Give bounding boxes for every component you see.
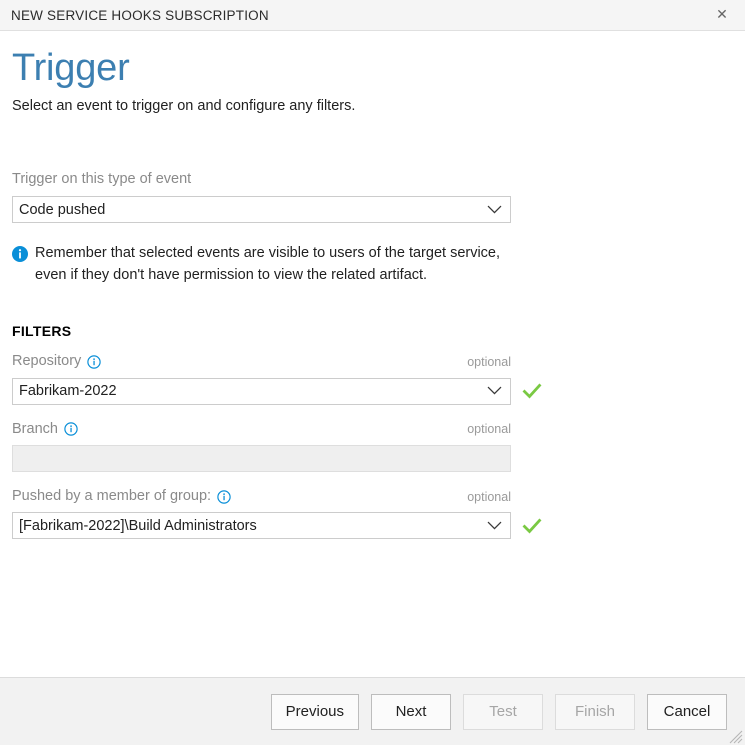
branch-input-wrap bbox=[12, 445, 511, 472]
repository-select[interactable]: Fabrikam-2022 bbox=[12, 378, 511, 405]
pushed-by-group-select-wrap: [Fabrikam-2022]\Build Administrators bbox=[12, 512, 511, 539]
event-type-label: Trigger on this type of event bbox=[12, 170, 733, 189]
close-icon[interactable]: ✕ bbox=[713, 6, 731, 24]
repository-valid-check-icon bbox=[522, 381, 542, 401]
dialog-titlebar: NEW SERVICE HOOKS SUBSCRIPTION ✕ bbox=[0, 0, 745, 31]
filters-heading: FILTERS bbox=[12, 323, 733, 339]
pushed-by-group-valid-check-icon bbox=[522, 516, 542, 536]
dialog-title: NEW SERVICE HOOKS SUBSCRIPTION bbox=[0, 8, 269, 23]
service-hooks-dialog: NEW SERVICE HOOKS SUBSCRIPTION ✕ Trigger… bbox=[0, 0, 745, 745]
repository-optional-tag: optional bbox=[467, 355, 511, 369]
info-icon[interactable] bbox=[217, 490, 231, 504]
dialog-content: Trigger Select an event to trigger on an… bbox=[0, 31, 745, 677]
event-info-text: Remember that selected events are visibl… bbox=[35, 243, 512, 286]
test-button: Test bbox=[463, 694, 543, 730]
finish-button: Finish bbox=[555, 694, 635, 730]
branch-label-line: Branch optional bbox=[12, 421, 511, 438]
filter-row-branch: Branch optional bbox=[12, 421, 733, 472]
repository-label: Repository bbox=[12, 353, 81, 370]
pushed-by-group-label-line: Pushed by a member of group: optional bbox=[12, 488, 511, 505]
repository-label-line: Repository optional bbox=[12, 353, 511, 370]
branch-label: Branch bbox=[12, 421, 58, 438]
page-title: Trigger bbox=[12, 49, 733, 89]
event-type-select[interactable]: Code pushed bbox=[12, 196, 511, 223]
event-type-field: Trigger on this type of event Code pushe… bbox=[12, 170, 733, 223]
pushed-by-group-label: Pushed by a member of group: bbox=[12, 488, 211, 505]
dialog-footer: Previous Next Test Finish Cancel bbox=[0, 677, 745, 745]
previous-button[interactable]: Previous bbox=[271, 694, 359, 730]
page-subtitle: Select an event to trigger on and config… bbox=[12, 97, 733, 117]
info-icon[interactable] bbox=[87, 355, 101, 369]
resize-grip-icon[interactable] bbox=[729, 730, 743, 744]
next-button[interactable]: Next bbox=[371, 694, 451, 730]
event-info-message: Remember that selected events are visibl… bbox=[12, 243, 512, 286]
branch-optional-tag: optional bbox=[467, 422, 511, 436]
repository-select-wrap: Fabrikam-2022 bbox=[12, 378, 511, 405]
cancel-button[interactable]: Cancel bbox=[647, 694, 727, 730]
event-type-select-wrap: Code pushed bbox=[12, 196, 511, 223]
pushed-by-group-optional-tag: optional bbox=[467, 490, 511, 504]
info-icon[interactable] bbox=[64, 422, 78, 436]
branch-input bbox=[12, 445, 511, 472]
info-icon bbox=[12, 246, 28, 262]
filter-row-repository: Repository optional Fabrikam-2022 bbox=[12, 353, 733, 404]
filter-row-pushed-by-group: Pushed by a member of group: optional [F… bbox=[12, 488, 733, 539]
pushed-by-group-select[interactable]: [Fabrikam-2022]\Build Administrators bbox=[12, 512, 511, 539]
